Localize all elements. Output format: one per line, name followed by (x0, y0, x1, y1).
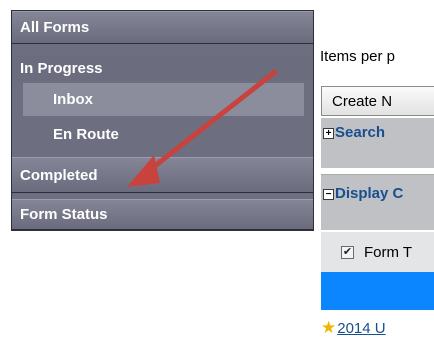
nav-item-en-route[interactable]: En Route (23, 119, 304, 149)
display-section-header[interactable]: − Display C (321, 174, 434, 230)
form-type-label: Form T (364, 243, 413, 261)
form-type-checkbox[interactable]: ✔ (341, 245, 354, 259)
nav-item-all-forms[interactable]: All Forms (12, 11, 313, 44)
nav-item-label: In Progress (20, 59, 103, 77)
nav-item-label: Inbox (53, 91, 93, 108)
create-new-button[interactable]: Create N (321, 86, 434, 116)
plus-box-icon[interactable]: + (323, 128, 334, 139)
items-per-page-label: Items per p (320, 48, 396, 65)
nav-item-label: Form Status (20, 206, 108, 223)
search-section-label[interactable]: Search (335, 124, 385, 141)
nav-item-form-status[interactable]: Form Status (12, 199, 313, 230)
nav-item-label: En Route (53, 125, 119, 143)
create-new-label: Create N (332, 92, 393, 110)
nav-item-label: All Forms (20, 19, 90, 36)
nav-item-in-progress[interactable]: In Progress (12, 55, 313, 81)
search-section-header[interactable]: + Search (321, 118, 434, 168)
nav-item-inbox[interactable]: Inbox (23, 83, 304, 116)
nav-item-completed[interactable]: Completed (12, 157, 313, 193)
highlight-bar (321, 272, 434, 310)
nav-item-label: Completed (20, 166, 98, 184)
forms-nav-panel: All Forms In Progress Inbox En Route Com… (11, 10, 314, 231)
favorite-form-link[interactable]: ★ 2014 U (321, 318, 386, 338)
display-section-label[interactable]: Display C (335, 185, 403, 202)
minus-box-icon[interactable]: − (323, 189, 334, 200)
form-type-option-row: ✔ Form T (321, 232, 434, 272)
favorite-form-link-text[interactable]: 2014 U (337, 320, 385, 337)
star-icon: ★ (321, 318, 337, 337)
